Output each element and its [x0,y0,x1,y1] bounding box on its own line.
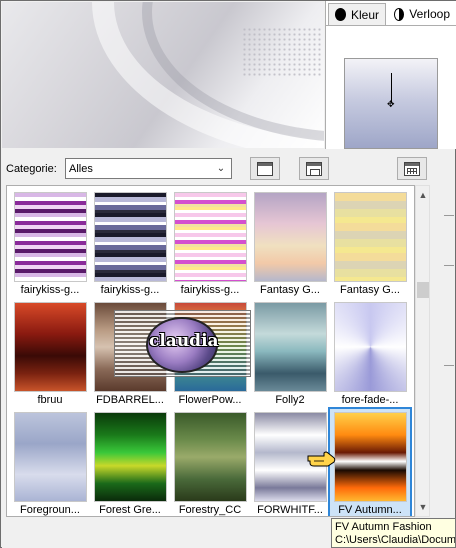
gradient-label: fairykiss-g... [20,284,80,296]
category-select[interactable]: Alles ⌄ [65,158,232,179]
strip-divider [444,365,454,366]
window-frame: Kleur Verloop ✥ Categorie: Alles ⌄ fairy… [0,0,456,548]
gradient-swatch [254,192,327,282]
gradient-label: fairykiss-g... [100,284,160,296]
gradient-item[interactable]: fbruu [10,299,90,409]
image-preview [2,2,324,148]
gradient-item-selected[interactable]: FV Autumn... [328,407,412,516]
tooltip-title: FV Autumn Fashion [335,521,432,533]
gradient-label: fore-fade-... [341,394,399,406]
gradient-swatch [334,302,407,392]
preview-dot-pattern [242,27,322,77]
gradient-item[interactable]: fairykiss-g... [10,189,90,299]
open-folder-button[interactable] [299,157,329,180]
gradient-label: FDBARREL... [96,394,164,406]
scrollbar-thumb[interactable] [417,282,429,298]
gradient-label: Forest Gre... [99,504,161,516]
gradient-swatch [14,192,87,282]
material-panel: Kleur Verloop ✥ [325,1,456,149]
folder-window-icon [306,161,322,176]
gradient-label: FV Autumn... [338,504,402,516]
gradient-swatch [14,412,87,502]
tab-verloop-label: Verloop [409,7,450,21]
gradient-item[interactable]: Forestry_CC [170,409,250,516]
watermark-logo: claudia [114,310,251,377]
chevron-down-icon[interactable]: ⌄ [214,161,228,176]
gradient-icon [394,7,405,21]
hand-pointer-icon [307,451,336,467]
scroll-up-arrow-icon[interactable]: ▲ [417,188,429,202]
gradient-swatch [94,192,167,282]
gradient-label: Forestry_CC [178,504,242,516]
gradient-swatch [94,412,167,502]
tab-divider [326,25,456,26]
gradient-swatch [174,412,247,502]
gradient-item[interactable]: fairykiss-g... [90,189,170,299]
gradient-label: fbruu [37,394,63,406]
window-icon [257,161,273,176]
gradient-label: Fantasy G... [260,284,320,296]
side-strip [434,185,454,517]
gradient-swatch [334,412,407,502]
gradient-label: fairykiss-g... [180,284,240,296]
category-value: Alles [69,162,93,175]
tooltip-path: C:\Users\Claudia\Documents [335,534,456,546]
gradient-item[interactable]: fairykiss-g... [170,189,250,299]
color-icon [335,8,346,21]
gradient-swatch [254,302,327,392]
tab-verloop[interactable]: Verloop [388,3,456,25]
strip-divider [444,265,454,266]
tab-kleur-label: Kleur [350,7,379,22]
grid-icon [404,161,420,176]
gradient-preview[interactable]: ✥ [344,58,438,149]
view-button[interactable] [250,157,280,180]
tab-kleur[interactable]: Kleur [328,3,386,25]
angle-handle-icon[interactable]: ✥ [387,100,396,109]
gradient-item[interactable]: Forest Gre... [90,409,170,516]
gradient-label: Fantasy G... [340,284,400,296]
gradient-item[interactable]: Fantasy G... [250,189,330,299]
gradient-label: Foregroun... [20,504,80,516]
grid-view-button[interactable] [397,157,427,180]
gradient-label: FORWHITF... [257,504,323,516]
tooltip: FV Autumn Fashion C:\Users\Claudia\Docum… [331,518,456,548]
gradient-item[interactable]: Fantasy G... [330,189,410,299]
gradient-item[interactable]: Folly2 [250,299,330,409]
gradient-swatch [334,192,407,282]
gradient-item[interactable]: Foregroun... [10,409,90,516]
gradient-label: Folly2 [275,394,305,406]
gradient-label: FlowerPow... [178,394,242,406]
vertical-scrollbar[interactable]: ▲ ▼ [415,185,430,517]
gradient-item[interactable]: fore-fade-... [330,299,410,409]
category-label: Categorie: [6,163,57,175]
scroll-down-arrow-icon[interactable]: ▼ [417,500,429,514]
gradient-swatch [14,302,87,392]
gradient-swatch [174,192,247,282]
strip-divider [444,215,454,216]
watermark-text: claudia [149,331,219,351]
